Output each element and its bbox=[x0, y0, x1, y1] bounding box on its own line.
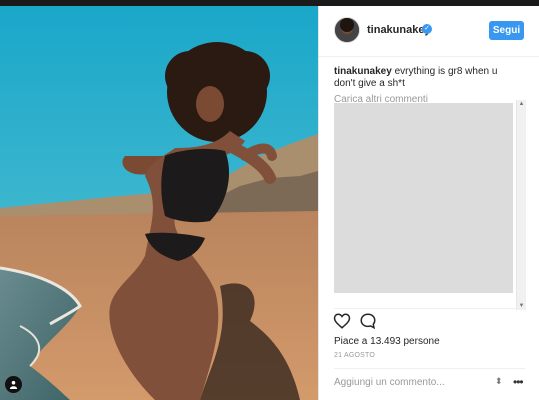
heart-icon[interactable] bbox=[333, 312, 351, 335]
username-link[interactable]: tinakunakey bbox=[367, 24, 431, 36]
avatar-image bbox=[335, 18, 359, 42]
add-comment-input[interactable]: Aggiungi un commento... bbox=[334, 377, 445, 388]
likes-count[interactable]: Piace a 13.493 persone bbox=[334, 336, 440, 347]
comment-bubble-icon[interactable] bbox=[359, 312, 377, 335]
user-tag-icon[interactable] bbox=[5, 376, 22, 393]
verified-badge-icon: ✓ bbox=[422, 24, 432, 34]
sort-arrows-icon[interactable]: ⬍ bbox=[495, 376, 503, 387]
post-photo[interactable] bbox=[0, 6, 318, 400]
caption-username[interactable]: tinakunakey bbox=[334, 66, 392, 77]
scroll-up-arrow-icon[interactable]: ▲ bbox=[518, 101, 525, 107]
post-date: 21 AGOSTO bbox=[334, 352, 375, 359]
post-header: tinakunakey ✓ Segui bbox=[319, 6, 539, 57]
post-photo-image bbox=[0, 6, 318, 400]
avatar[interactable] bbox=[334, 17, 360, 43]
caption: tinakunakey evrything is gr8 when u don'… bbox=[334, 66, 519, 90]
divider bbox=[334, 368, 525, 369]
instagram-post-modal: tinakunakey ✓ Segui tinakunakey evrythin… bbox=[0, 0, 539, 400]
post-details-panel: tinakunakey ✓ Segui tinakunakey evrythin… bbox=[318, 6, 539, 400]
comment-icon-svg bbox=[360, 313, 376, 330]
divider bbox=[334, 308, 525, 309]
follow-button[interactable]: Segui bbox=[489, 21, 524, 40]
comments-scrollbar[interactable]: ▲ ▼ bbox=[516, 100, 526, 310]
heart-icon-svg bbox=[333, 313, 351, 329]
comments-area-placeholder bbox=[334, 103, 513, 293]
more-options-icon[interactable]: ••• bbox=[513, 375, 524, 389]
person-icon bbox=[9, 380, 18, 389]
